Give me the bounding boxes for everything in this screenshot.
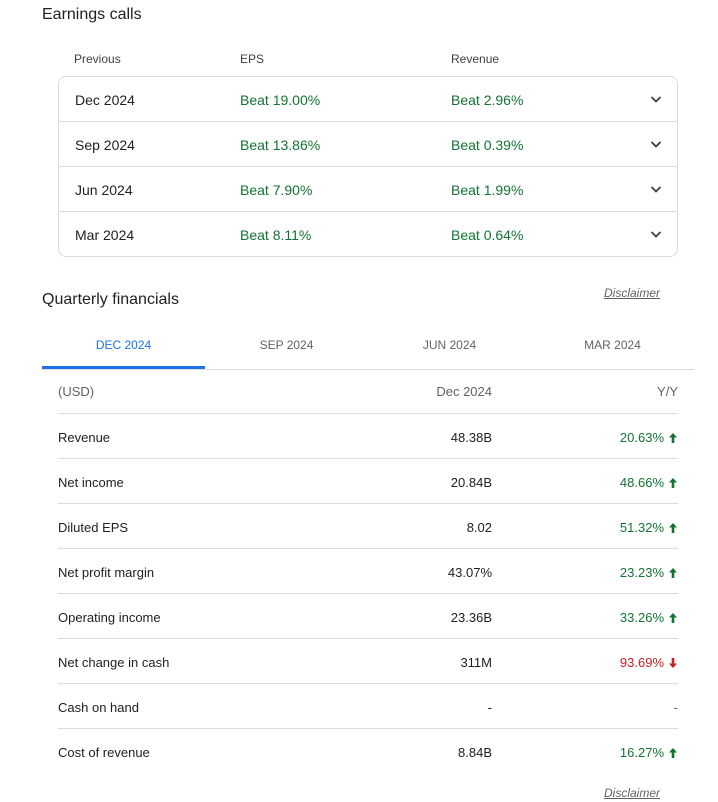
tab-quarter[interactable]: JUN 2024 <box>368 322 531 369</box>
earnings-calls-title: Earnings calls <box>42 6 142 23</box>
yoy-value: 33.26% <box>619 610 664 625</box>
chevron-down-icon[interactable] <box>648 136 664 152</box>
arrow-up-icon <box>668 522 678 534</box>
revenue-result: Beat 0.64% <box>451 227 524 243</box>
metric-label: Net profit margin <box>58 565 155 580</box>
arrow-up-icon <box>668 567 678 579</box>
revenue-result: Beat 0.39% <box>451 137 524 153</box>
disclaimer-link[interactable]: Disclaimer <box>604 286 660 300</box>
metric-label: Cash on hand <box>58 700 139 715</box>
table-row: Net change in cash 311M 93.69% <box>58 639 678 684</box>
metric-value: 8.84B <box>458 745 492 760</box>
metric-value: - <box>487 700 492 715</box>
metric-label: Net change in cash <box>58 655 170 670</box>
table-row: Cost of revenue 8.84B 16.27% <box>58 729 678 774</box>
revenue-result: Beat 1.99% <box>451 182 524 198</box>
eps-result: Beat 7.90% <box>240 182 313 198</box>
table-row: Operating income 23.36B 33.26% <box>58 594 678 639</box>
metric-yoy-change: 20.63% <box>620 430 678 445</box>
earnings-call-row[interactable]: Dec 2024 Beat 19.00% Beat 2.96% <box>59 77 677 122</box>
yoy-label: Y/Y <box>657 384 678 399</box>
eps-result: Beat 19.00% <box>240 92 321 108</box>
yoy-value: 23.23% <box>619 565 664 580</box>
metric-yoy-change: 51.32% <box>620 520 678 535</box>
arrow-down-icon <box>668 657 678 669</box>
table-row: Net income 20.84B 48.66% <box>58 459 678 504</box>
metric-value: 311M <box>460 655 492 670</box>
metric-yoy-change: 93.69% <box>620 655 678 670</box>
arrow-up-icon <box>668 612 678 624</box>
eps-result: Beat 13.86% <box>240 137 321 153</box>
table-row: Cash on hand - - <box>58 684 678 729</box>
revenue-result: Beat 2.96% <box>451 92 524 108</box>
column-previous: Previous <box>74 52 121 66</box>
tab-quarter[interactable]: SEP 2024 <box>205 322 368 369</box>
quarterly-financials-title: Quarterly financials <box>42 291 179 308</box>
chevron-down-icon[interactable] <box>648 181 664 197</box>
eps-result: Beat 8.11% <box>240 227 312 243</box>
financials-header: (USD) Dec 2024 Y/Y <box>58 370 678 414</box>
tab-quarter[interactable]: DEC 2024 <box>42 322 205 369</box>
quarter-tabs: DEC 2024 SEP 2024 JUN 2024 MAR 2024 <box>42 322 694 370</box>
yoy-value: 48.66% <box>619 475 664 490</box>
period-label: Dec 2024 <box>436 384 492 399</box>
yoy-value: 93.69% <box>619 655 664 670</box>
yoy-value: 51.32% <box>619 520 664 535</box>
disclaimer-link-bottom[interactable]: Disclaimer <box>604 786 660 800</box>
metric-label: Net income <box>58 475 124 490</box>
metric-value: 20.84B <box>450 475 492 490</box>
financials-table: (USD) Dec 2024 Y/Y Revenue 48.38B 20.63% Ne… <box>58 370 678 774</box>
earnings-quarter: Jun 2024 <box>75 182 133 198</box>
yoy-value: 16.27% <box>619 745 664 760</box>
currency-label: (USD) <box>58 384 95 399</box>
metric-yoy-change: 23.23% <box>620 565 678 580</box>
chevron-down-icon[interactable] <box>648 226 664 242</box>
metric-label: Revenue <box>58 430 111 445</box>
tab-quarter[interactable]: MAR 2024 <box>531 322 694 369</box>
metric-value: 8.02 <box>466 520 492 535</box>
metric-label: Diluted EPS <box>58 520 129 535</box>
metric-yoy-change: 33.26% <box>620 610 678 625</box>
chevron-down-icon[interactable] <box>648 91 664 107</box>
earnings-call-row[interactable]: Mar 2024 Beat 8.11% Beat 0.64% <box>59 212 677 256</box>
metric-label: Operating income <box>58 610 161 625</box>
earnings-quarter: Sep 2024 <box>75 137 135 153</box>
arrow-up-icon <box>668 432 678 444</box>
yoy-value: - <box>673 700 678 715</box>
table-row: Revenue 48.38B 20.63% <box>58 414 678 459</box>
earnings-quarter: Dec 2024 <box>75 92 135 108</box>
earnings-quarter: Mar 2024 <box>75 227 135 243</box>
metric-yoy-change: 48.66% <box>620 475 678 490</box>
metric-value: 23.36B <box>450 610 492 625</box>
earnings-calls-list: Dec 2024 Beat 19.00% Beat 2.96% Sep 2024 Bea… <box>58 76 678 257</box>
arrow-up-icon <box>668 747 678 759</box>
column-revenue: Revenue <box>451 52 500 66</box>
arrow-up-icon <box>668 477 678 489</box>
metric-value: 48.38B <box>450 430 492 445</box>
table-row: Diluted EPS 8.02 51.32% <box>58 504 678 549</box>
earnings-call-row[interactable]: Jun 2024 Beat 7.90% Beat 1.99% <box>59 167 677 212</box>
earnings-calls-header: Previous EPS Revenue <box>74 52 674 68</box>
metric-value: 43.07% <box>447 565 492 580</box>
column-eps: EPS <box>240 52 265 66</box>
metric-yoy-change: 16.27% <box>620 745 678 760</box>
metric-label: Cost of revenue <box>58 745 150 760</box>
metric-yoy-change: - <box>674 700 678 715</box>
table-row: Net profit margin 43.07% 23.23% <box>58 549 678 594</box>
yoy-value: 20.63% <box>619 430 664 445</box>
earnings-call-row[interactable]: Sep 2024 Beat 13.86% Beat 0.39% <box>59 122 677 167</box>
